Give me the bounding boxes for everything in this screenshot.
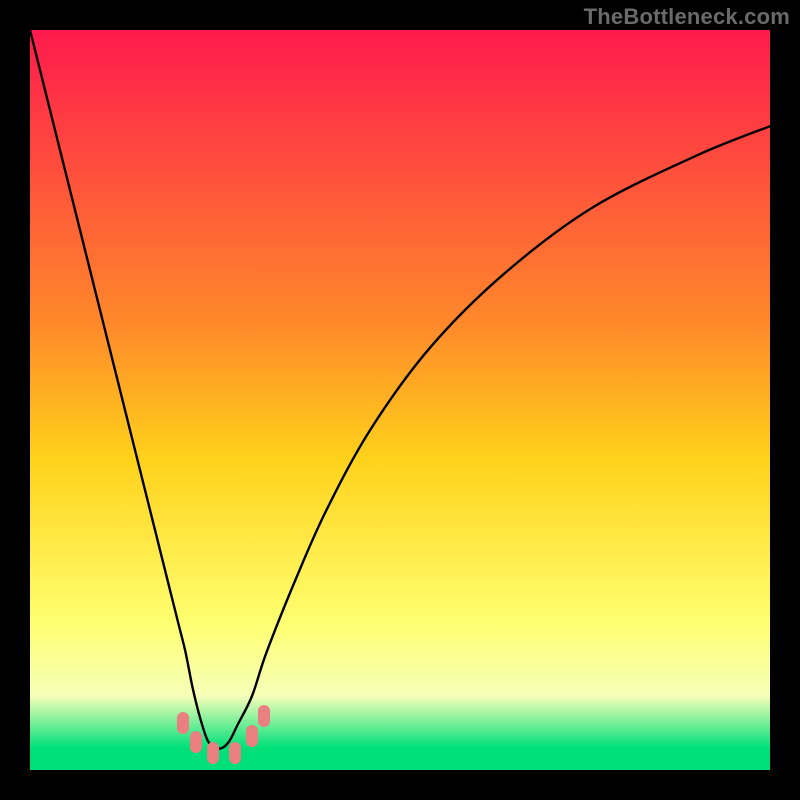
curve-marker bbox=[258, 705, 270, 727]
bottleneck-curve bbox=[30, 30, 770, 749]
curve-marker bbox=[190, 731, 202, 753]
curve-markers bbox=[177, 705, 270, 764]
curve-layer bbox=[30, 30, 770, 770]
plot-area bbox=[30, 30, 770, 770]
curve-marker bbox=[246, 725, 258, 747]
chart-frame: TheBottleneck.com bbox=[0, 0, 800, 800]
curve-marker bbox=[229, 742, 241, 764]
curve-marker bbox=[207, 742, 219, 764]
watermark-text: TheBottleneck.com bbox=[584, 4, 790, 30]
curve-marker bbox=[177, 712, 189, 734]
